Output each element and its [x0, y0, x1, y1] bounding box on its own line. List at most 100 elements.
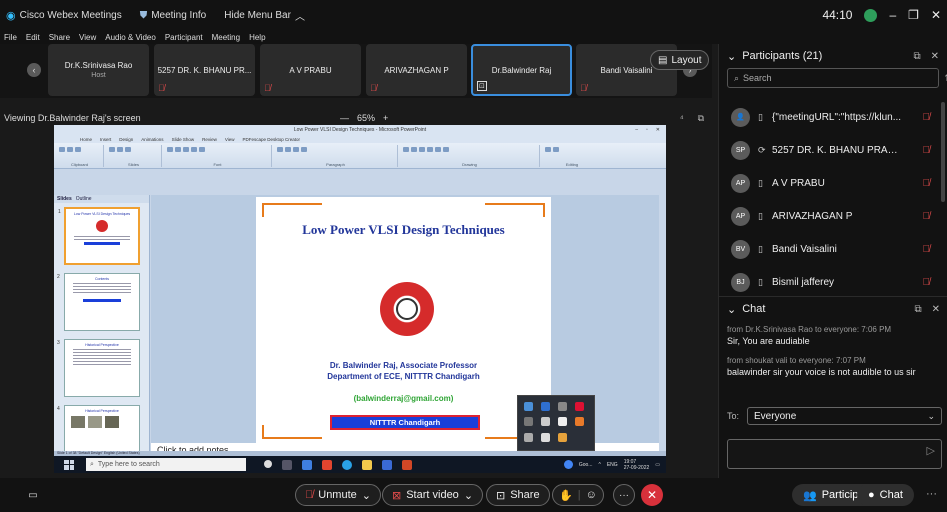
participant-row[interactable]: BJ ▯ Bismil jafferey 🎙̸ [719, 267, 938, 297]
participant-row[interactable]: BV ▯ Bandi Vaisalini 🎙̸ [719, 234, 938, 264]
maximize-button[interactable]: ❐ [908, 8, 919, 22]
muted-mic-icon[interactable]: 🎙̸ [923, 178, 931, 189]
avatar: AP [731, 206, 750, 226]
chevron-down-icon[interactable]: ⌄ [727, 303, 736, 316]
participant-row[interactable]: SP ⟳ 5257 DR. K. BHANU PRAKASH 🎙̸ [719, 135, 938, 165]
chat-bubble-icon: ● [868, 489, 875, 501]
thumb-title: Low Power VLSI Design Techniques [73, 212, 131, 216]
menu-view[interactable]: View [79, 33, 96, 42]
ppt-tab-review: Review [202, 136, 217, 142]
close-icon[interactable]: ✕ [932, 304, 940, 315]
tray-app-icon [575, 402, 584, 411]
ppt-ribbon-tabs: Home Insert Design Animations Slide Show… [54, 135, 666, 143]
chat-panel: ⌄ Chat ⧉ ✕ from Dr.K.Srinivasa Rao to ev… [719, 296, 947, 478]
menu-meeting[interactable]: Meeting [212, 33, 240, 42]
participant-scrollbar[interactable] [941, 102, 945, 202]
muted-mic-icon[interactable]: 🎙̸ [923, 145, 931, 156]
tray-app-icon [524, 432, 533, 442]
more-options-button[interactable]: ··· [613, 484, 635, 506]
webex-logo-icon: ◉ [6, 9, 16, 22]
raise-hand-icon[interactable]: ✋ [559, 489, 573, 502]
video-tile[interactable]: 5257 DR. K. BHANU PR... 🎙̸ [154, 44, 255, 96]
captions-icon[interactable]: ▭ [22, 484, 44, 506]
chat-message-meta: from shoukat vali to everyone: 7:07 PM [727, 356, 866, 365]
chevron-down-icon: ⌄ [463, 489, 474, 502]
video-tile[interactable]: Dr.K.Srinivasa Rao Host [48, 44, 149, 96]
participant-name: {"meetingURL":"https://klun... [772, 111, 902, 123]
slide-thumbnail-pane: Slides Outline 1 Low Power VLSI Design T… [54, 195, 150, 463]
tray-app-icon [524, 417, 533, 427]
powerpoint-icon [402, 459, 412, 470]
recipient-value: Everyone [754, 410, 797, 422]
menu-edit[interactable]: Edit [26, 33, 40, 42]
cortana-icon [264, 459, 272, 468]
popout-icon[interactable]: ⧉ [914, 304, 921, 315]
people-icon: 👥 [803, 489, 817, 502]
ribbon-group-label: Editing [565, 162, 579, 167]
ribbon-group: Slides [106, 145, 162, 167]
ribbon-group: Paragraph [274, 145, 398, 167]
ribbon-group-label: Slides [128, 162, 139, 167]
zoom-in-button[interactable]: + [383, 113, 388, 123]
ppt-tab-design: Design [119, 136, 134, 142]
close-icon[interactable]: ✕ [931, 51, 939, 62]
thumb-number: 2 [57, 274, 60, 280]
view-bar: Viewing Dr.Balwinder Raj's screen — 65% … [0, 110, 712, 126]
menu-help[interactable]: Help [249, 33, 265, 42]
chevron-down-icon[interactable]: ⌄ [727, 50, 736, 63]
video-tile[interactable]: ARIVAZHAGAN P 🎙̸ [366, 44, 467, 96]
unmute-button[interactable]: 🎙̸ Unmute ⌄ [295, 484, 381, 506]
participant-row[interactable]: AP ▯ A V PRABU 🎙̸ [719, 168, 938, 198]
avatar: BJ [731, 272, 750, 292]
edge-icon [342, 459, 352, 470]
muted-mic-icon[interactable]: 🎙̸ [923, 277, 931, 288]
thumb-number: 3 [57, 340, 60, 346]
reactions-group: ✋ | ☺ [552, 484, 604, 506]
ppt-title-bar: Low Power VLSI Design Techniques - Micro… [54, 125, 666, 135]
slide-presenter: Dr. Balwinder Raj, Associate Professor [329, 361, 478, 370]
layout-button[interactable]: ▤ Layout [650, 50, 710, 70]
thumb-title: Historical Perspective [85, 343, 119, 347]
fullscreen-icon[interactable]: ⧉ [698, 113, 704, 124]
menu-participant[interactable]: Participant [165, 33, 203, 42]
muted-mic-icon[interactable]: 🎙̸ [923, 112, 931, 123]
tray-app-icon [558, 417, 567, 427]
meeting-info-button[interactable]: ⛊ Meeting Info [140, 10, 207, 21]
tile-name: Bandi Vaisalini [600, 65, 653, 75]
muted-mic-icon[interactable]: 🎙̸ [923, 244, 931, 255]
participants-header-controls: ⧉ ✕ [913, 51, 939, 62]
more-icon[interactable]: ··· [926, 488, 937, 500]
zoom-level: 65% [357, 113, 376, 123]
menu-audio-video[interactable]: Audio & Video [105, 33, 156, 42]
recipient-select[interactable]: Everyone ⌄ [747, 407, 943, 425]
chevron-up-icon: ︿ [294, 11, 305, 23]
zoom-out-button[interactable]: — [340, 113, 349, 123]
participant-row[interactable]: 👤 ▯ {"meetingURL":"https://klun... 🎙̸ [719, 102, 938, 132]
send-icon[interactable]: ▷ [927, 444, 935, 457]
emoji-icon[interactable]: ☺ [586, 489, 597, 501]
share-button[interactable]: ⊡ Share [486, 484, 550, 506]
leave-meeting-button[interactable]: ✕ [641, 484, 663, 506]
participant-search-input[interactable]: ⌕ Search ⇅ [727, 68, 947, 88]
menu-share[interactable]: Share [49, 33, 70, 42]
minimize-button[interactable]: – [889, 8, 896, 22]
menu-file[interactable]: File [4, 33, 17, 42]
video-tile-active-speaker[interactable]: Dr.Balwinder Raj ⊡ [471, 44, 572, 96]
chat-button[interactable]: ● Chat [857, 484, 914, 506]
start-video-button[interactable]: ⊠ Start video ⌄ [382, 484, 484, 506]
video-tile[interactable]: A V PRABU 🎙̸ [260, 44, 361, 96]
muted-mic-icon: 🎙̸ [370, 83, 377, 93]
close-button[interactable]: ✕ [931, 8, 941, 22]
annotate-icon[interactable]: ⁴ [680, 113, 684, 124]
app-name: Cisco Webex Meetings [19, 9, 122, 21]
participants-title: Participants (21) [742, 50, 823, 62]
participant-row[interactable]: AP ▯ ARIVAZHAGAN P 🎙̸ [719, 201, 938, 231]
strip-prev-button[interactable]: ‹ [27, 63, 41, 77]
app-icon [382, 459, 392, 470]
muted-mic-icon[interactable]: 🎙̸ [923, 211, 931, 222]
chat-input[interactable]: ▷ [727, 439, 942, 469]
popout-icon[interactable]: ⧉ [913, 51, 920, 62]
shared-screen[interactable]: Low Power VLSI Design Techniques - Micro… [54, 125, 666, 473]
participant-name: A V PRABU [772, 177, 825, 189]
hide-menu-bar-button[interactable]: Hide Menu Bar ︿ [224, 8, 305, 23]
